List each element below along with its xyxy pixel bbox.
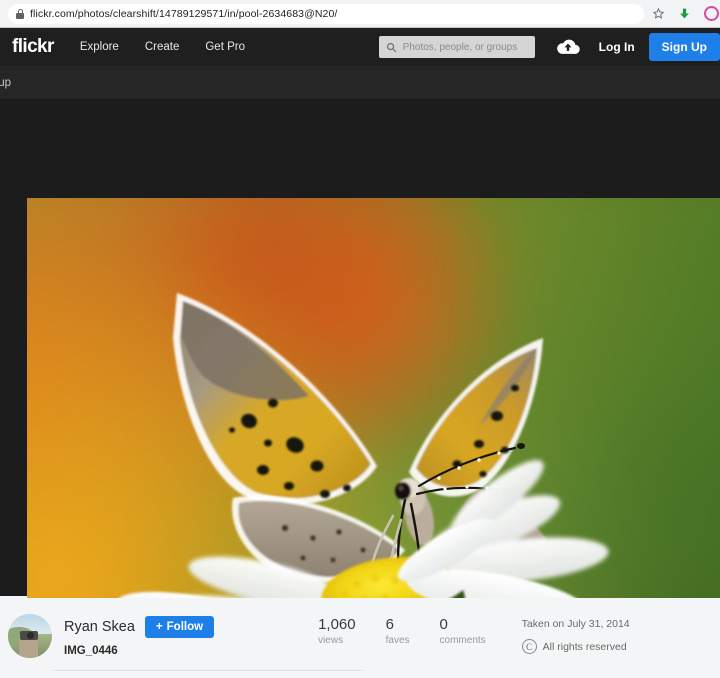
search-icon xyxy=(386,42,396,52)
photo-title: IMG_0446 xyxy=(64,645,118,657)
comments-label: comments xyxy=(439,635,486,646)
main-photo[interactable] xyxy=(27,198,720,661)
views-count: 1,060 xyxy=(318,616,356,633)
stat-comments: 0 comments xyxy=(440,616,486,646)
site-header: flickr Explore Create Get Pro Photos, pe… xyxy=(0,28,720,66)
author-name[interactable]: Ryan Skea xyxy=(64,619,135,635)
follow-button[interactable]: + Follow xyxy=(144,616,215,638)
search-placeholder: Photos, people, or groups xyxy=(402,41,518,53)
extension-icon[interactable] xyxy=(704,6,719,21)
star-icon[interactable] xyxy=(652,7,665,20)
signup-button[interactable]: Sign Up xyxy=(648,33,720,61)
plus-icon: + xyxy=(155,621,163,633)
author-block: Ryan Skea + Follow IMG_0446 xyxy=(64,612,215,657)
avatar[interactable] xyxy=(8,614,52,658)
search-box[interactable]: Photos, people, or groups xyxy=(378,36,535,58)
breadcrumb: roup xyxy=(0,66,720,99)
nav-item-explore[interactable]: Explore xyxy=(80,41,119,53)
breadcrumb-group-link[interactable]: roup xyxy=(0,77,11,89)
photo-meta: Taken on July 31, 2014 C All rights rese… xyxy=(521,612,630,654)
photo-stats: 1,060 views 6 faves 0 comments xyxy=(318,612,486,646)
url-text: flickr.com/photos/clearshift/14789129571… xyxy=(30,7,338,20)
login-button[interactable]: Log In xyxy=(599,40,635,54)
nav-item-create[interactable]: Create xyxy=(145,41,180,53)
stat-faves: 6 faves xyxy=(386,616,410,646)
download-arrow-icon[interactable] xyxy=(678,7,691,21)
photo-info-bar: Ryan Skea + Follow IMG_0446 1,060 views … xyxy=(0,598,720,678)
daisy-flower xyxy=(116,460,609,661)
date-taken: Taken on July 31, 2014 xyxy=(521,618,630,630)
lock-icon xyxy=(16,8,24,19)
address-bar[interactable]: flickr.com/photos/clearshift/14789129571… xyxy=(8,3,644,24)
views-label: views xyxy=(318,635,344,646)
main-nav: Explore Create Get Pro xyxy=(80,41,245,53)
photo-stage xyxy=(0,99,720,678)
header-actions: Photos, people, or groups Log In Sign Up xyxy=(378,28,720,66)
faves-count: 6 xyxy=(385,616,394,633)
comments-count: 0 xyxy=(439,616,448,633)
license-row[interactable]: C All rights reserved xyxy=(521,639,630,654)
browser-actions xyxy=(652,6,719,21)
nav-item-get-pro[interactable]: Get Pro xyxy=(205,41,245,53)
copyright-icon: C xyxy=(521,639,537,654)
license-label: All rights reserved xyxy=(542,640,627,653)
browser-toolbar: flickr.com/photos/clearshift/14789129571… xyxy=(0,0,720,28)
flickr-logo[interactable]: flickr xyxy=(12,36,54,58)
follow-label: Follow xyxy=(166,621,204,633)
stat-views: 1,060 views xyxy=(318,616,356,646)
section-divider xyxy=(53,670,363,671)
faves-label: faves xyxy=(385,635,410,646)
cloud-upload-icon[interactable] xyxy=(555,38,581,56)
